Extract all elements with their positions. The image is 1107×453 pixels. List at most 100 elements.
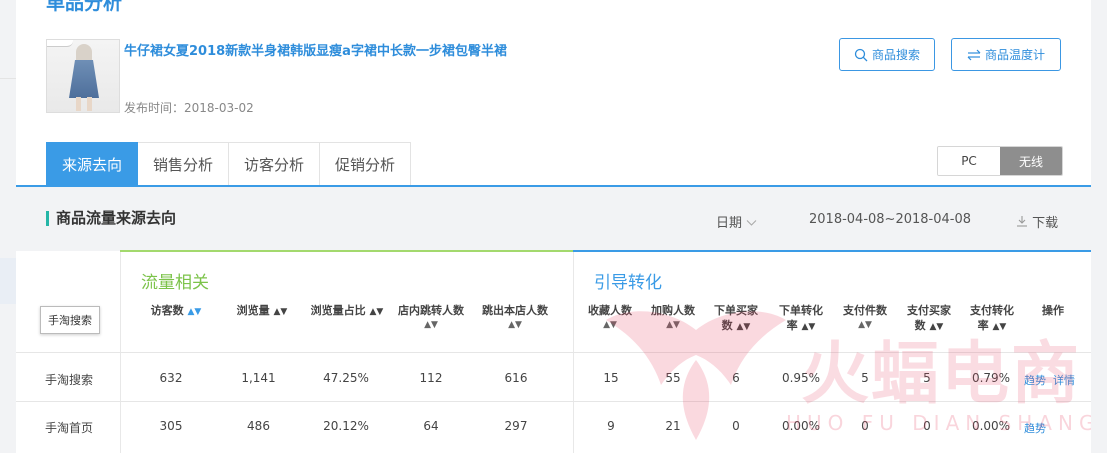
row-source: 手淘首页 <box>44 421 93 435</box>
traffic-group-line <box>120 250 573 252</box>
col-favorites-label: 收藏人数 <box>588 304 632 317</box>
cell-order-buyers: 6 <box>732 371 740 385</box>
col-pay-conversion[interactable]: 支付转化率 ▲▼ <box>962 303 1022 335</box>
tab-promotion[interactable]: 促销分析 <box>320 142 412 186</box>
col-inner-jump-label: 店内跳转人数 <box>398 304 464 317</box>
sort-icon[interactable]: ▲▼ <box>802 322 816 332</box>
download-button[interactable]: 下载 <box>1016 212 1058 231</box>
analysis-tabs: 来源去向 销售分析 访客分析 促销分析 <box>46 142 412 186</box>
thumbnail-hanger-tag <box>47 40 73 47</box>
cell-order-conversion: 0.00% <box>781 419 821 433</box>
sort-icon[interactable]: ▲▼ <box>392 318 470 333</box>
cell-views: 1,141 <box>241 371 276 385</box>
sort-icon[interactable]: ▲▼ <box>274 307 288 317</box>
sort-icon[interactable]: ▲▼ <box>188 307 202 317</box>
col-pay-items[interactable]: 支付件数 ▲▼ <box>836 303 894 333</box>
col-exit[interactable]: 跳出本店人数 ▲▼ <box>474 303 556 333</box>
cell-inner-jump: 64 <box>423 419 439 433</box>
device-pc-button[interactable]: PC <box>938 147 1000 175</box>
col-pay-buyers[interactable]: 支付买家数 ▲▼ <box>899 303 959 335</box>
section-accent-bar <box>46 211 49 226</box>
sort-icon[interactable]: ▲▼ <box>993 322 1007 332</box>
publish-date: 发布时间：2018-03-02 <box>124 99 254 116</box>
cell-pay-conversion: 0.00% <box>971 419 1011 433</box>
section-title: 商品流量来源去向 <box>56 209 177 227</box>
cell-view-share: 20.12% <box>323 419 369 433</box>
cell-inner-jump: 112 <box>419 371 443 385</box>
col-view-share-label: 浏览量占比 <box>310 304 366 317</box>
row-source: 手淘搜索 <box>44 373 93 387</box>
product-search-button[interactable]: 商品搜索 <box>839 38 935 71</box>
col-order-buyers[interactable]: 下单买家数 ▲▼ <box>706 303 766 335</box>
col-exit-label: 跳出本店人数 <box>482 304 548 317</box>
col-views[interactable]: 浏览量 ▲▼ <box>231 303 293 320</box>
col-pay-buyers-label-2: 数 <box>914 319 926 332</box>
main-card: 单品分析 牛仔裙女夏2018新款半身裙韩版显瘦a字裙中长款一步裙包臀半裙 发布时… <box>16 0 1094 453</box>
table-row-divider <box>16 401 1091 402</box>
date-range-value: 2018-04-08~2018-04-08 <box>809 212 971 227</box>
cell-pay-buyers: 0 <box>923 419 931 433</box>
cell-pay-items: 5 <box>861 371 869 385</box>
col-order-buyers-label-1: 下单买家 <box>714 304 758 317</box>
watermark-subtext: HUO FU DIAN SHANG <box>786 411 1101 435</box>
col-add-cart-label: 加购人数 <box>651 304 695 317</box>
conversion-group-line <box>573 250 1091 252</box>
swap-icon <box>967 49 981 60</box>
sort-icon[interactable]: ▲▼ <box>370 307 384 317</box>
detail-link[interactable]: 详情 <box>1053 372 1075 388</box>
col-pay-conversion-label-1: 支付转化 <box>970 304 1014 317</box>
download-icon <box>1017 216 1027 227</box>
thumbnail-denim-skirt <box>69 60 99 98</box>
product-thumbnail[interactable] <box>46 39 120 113</box>
trend-link[interactable]: 趋势 <box>1024 372 1046 388</box>
cell-view-share: 47.25% <box>323 371 369 385</box>
col-view-share[interactable]: 浏览量占比 ▲▼ <box>306 303 388 320</box>
cell-add-cart: 55 <box>665 371 681 385</box>
col-pay-items-label: 支付件数 <box>843 304 887 317</box>
cell-order-conversion: 0.95% <box>781 371 821 385</box>
cell-add-cart: 21 <box>665 419 681 433</box>
traffic-group-title: 流量相关 <box>141 273 209 293</box>
col-order-conversion[interactable]: 下单转化率 ▲▼ <box>771 303 831 335</box>
device-wireless-button[interactable]: 无线 <box>1000 147 1062 175</box>
cell-order-buyers: 0 <box>732 419 740 433</box>
sort-icon[interactable]: ▲▼ <box>930 322 944 332</box>
col-inner-jump[interactable]: 店内跳转人数 ▲▼ <box>392 303 470 333</box>
col-pay-buyers-label-1: 支付买家 <box>907 304 951 317</box>
cell-views: 486 <box>247 419 270 433</box>
col-visitors[interactable]: 访客数 ▲▼ <box>146 303 206 320</box>
col-favorites[interactable]: 收藏人数 ▲▼ <box>581 303 639 333</box>
product-title-link[interactable]: 牛仔裙女夏2018新款半身裙韩版显瘦a字裙中长款一步裙包臀半裙 <box>124 40 507 59</box>
sort-icon[interactable]: ▲▼ <box>581 318 639 333</box>
col-order-buyers-label-2: 数 <box>721 319 733 332</box>
cell-exit: 616 <box>504 371 528 385</box>
tab-source[interactable]: 来源去向 <box>46 142 139 186</box>
sort-icon[interactable]: ▲▼ <box>737 322 751 332</box>
thumbnail-leg <box>76 97 81 111</box>
tab-sales[interactable]: 销售分析 <box>138 142 230 186</box>
col-visitors-label: 访客数 <box>150 304 184 317</box>
sort-icon[interactable]: ▲▼ <box>644 318 702 333</box>
product-temperature-button[interactable]: 商品温度计 <box>951 38 1061 71</box>
cell-pay-buyers: 5 <box>923 371 931 385</box>
sort-icon[interactable]: ▲▼ <box>474 318 556 333</box>
cell-visitors: 305 <box>159 419 183 433</box>
conversion-group-title: 引导转化 <box>594 273 662 293</box>
trend-link[interactable]: 趋势 <box>1024 420 1046 436</box>
col-action: 操作 <box>1042 304 1064 317</box>
sort-icon[interactable]: ▲▼ <box>836 318 894 333</box>
col-views-label: 浏览量 <box>236 304 270 317</box>
col-add-cart[interactable]: 加购人数 ▲▼ <box>644 303 702 333</box>
col-pay-conversion-label-2: 率 <box>977 319 989 332</box>
tab-visitors[interactable]: 访客分析 <box>229 142 321 186</box>
page-title: 单品分析 <box>46 0 123 14</box>
cell-exit: 297 <box>504 419 528 433</box>
col-order-conversion-label-2: 率 <box>786 319 798 332</box>
date-picker[interactable]: 日期 <box>716 212 757 231</box>
cell-visitors: 632 <box>159 371 183 385</box>
cell-pay-items: 0 <box>861 419 869 433</box>
download-label: 下载 <box>1032 216 1059 231</box>
chevron-down-icon <box>746 220 757 226</box>
publish-date-label: 发布时间： <box>124 101 185 115</box>
source-tooltip: 手淘搜索 <box>40 306 100 334</box>
